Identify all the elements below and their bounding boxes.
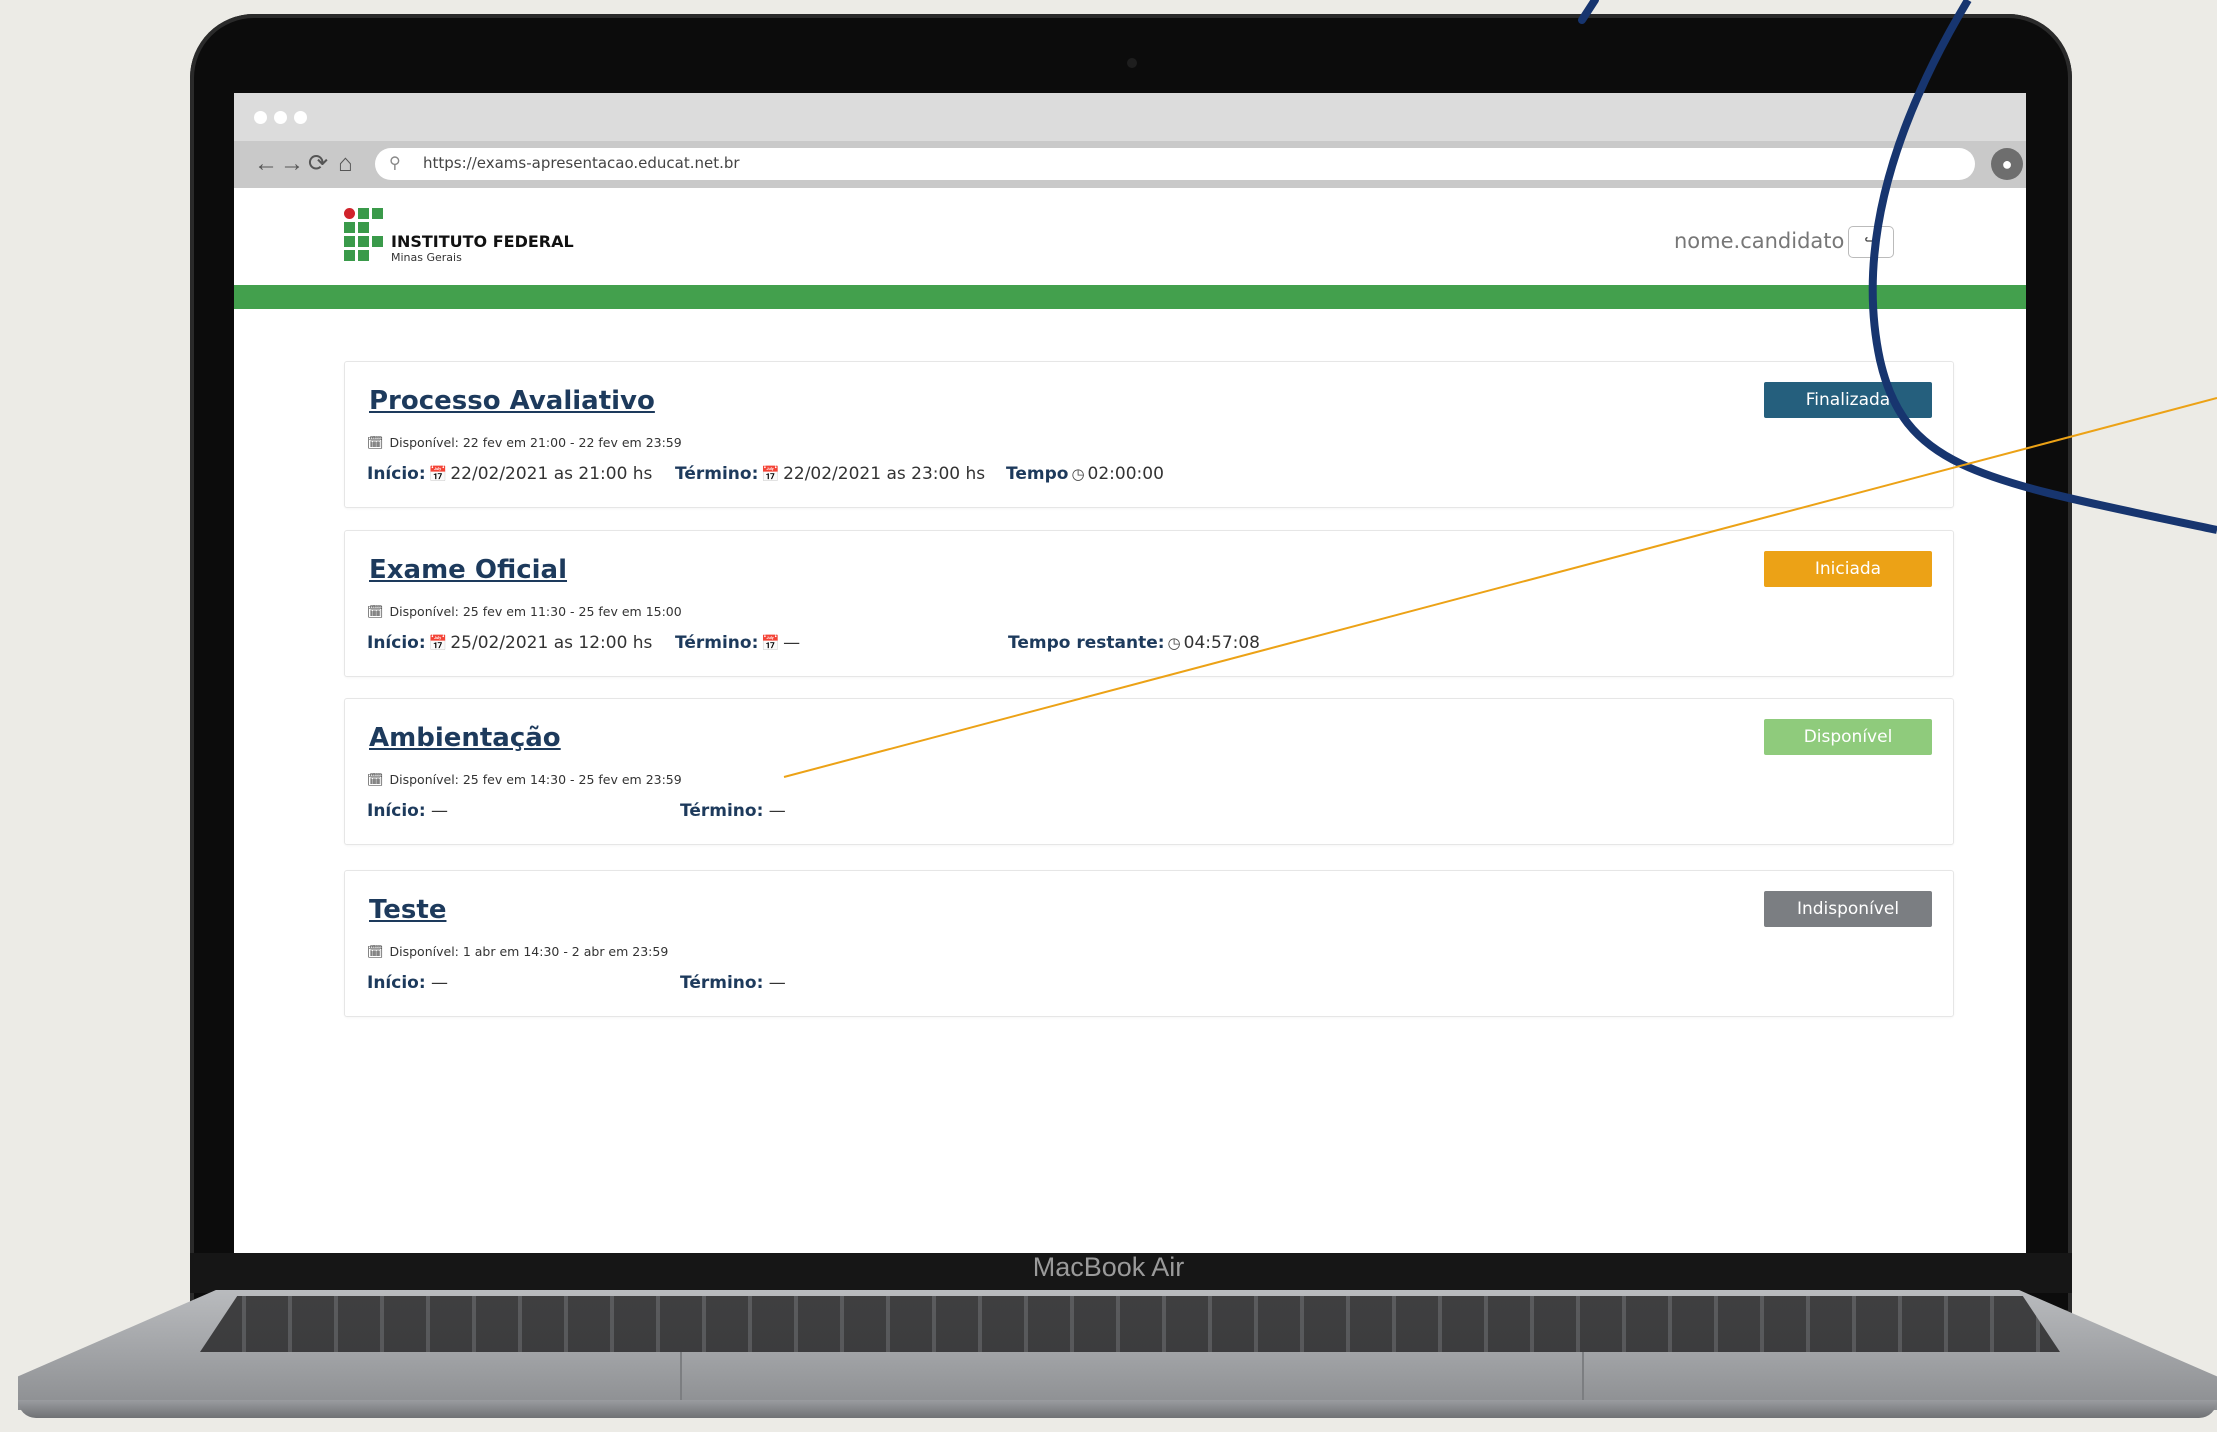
status-badge[interactable]: Finalizada [1764,382,1932,418]
calendar-icon: 📅 [428,465,448,483]
arrow-right-icon[interactable]: → [280,148,304,180]
start-field: Início: 📅 25/02/2021 as 12:00 hs [367,633,653,653]
calendar-icon: 📅 [428,634,448,652]
exam-card: Teste 🗓 Disponível: 1 abr em 14:30 - 2 abr… [344,870,1954,1017]
calendar-icon: 📅 [761,465,781,483]
profile-icon[interactable]: ● [1991,148,2023,180]
brand-title: INSTITUTO FEDERAL [391,232,574,251]
header-accent-bar [234,285,2026,309]
browser-titlebar [234,93,2026,141]
username: nome.candidato [1674,229,1845,253]
time-field: Tempo restante: ◷ 04:57:08 [1008,633,1260,653]
end-field: Término: — [680,801,786,821]
end-field: Término: — [680,973,786,993]
address-bar[interactable]: ⚲ https://exams-apresentacao.educat.net.… [375,148,1975,180]
clock-icon: ◷ [1167,634,1181,652]
logout-button[interactable]: ↪ [1848,226,1894,258]
exam-title-link[interactable]: Processo Avaliativo [369,386,655,416]
window-close-dot[interactable] [254,111,267,124]
browser-window: ← → ⟳ ⌂ ⚲ https://exams-apresentacao.edu… [234,93,2026,1253]
exam-title-link[interactable]: Teste [369,895,446,925]
start-field: Início: — [367,801,449,821]
start-field: Início: 📅 22/02/2021 as 21:00 hs [367,464,653,484]
calendar-icon: 📅 [761,634,781,652]
device-label: MacBook Air [1032,1252,1185,1282]
time-field: Tempo ◷ 02:00:00 [1006,464,1164,484]
trackpad [680,1352,1584,1402]
home-icon[interactable]: ⌂ [338,148,353,180]
calendar-icon: 🗓 [367,605,384,620]
window-zoom-dot[interactable] [294,111,307,124]
exam-title-link[interactable]: Exame Oficial [369,555,567,585]
brand-subtitle: Minas Gerais [391,251,462,264]
window-minimize-dot[interactable] [274,111,287,124]
search-icon: ⚲ [389,155,401,172]
keyboard [200,1296,2060,1352]
start-field: Início: — [367,973,449,993]
arrow-left-icon[interactable]: ← [254,148,278,180]
status-badge[interactable]: Indisponível [1764,891,1932,927]
calendar-icon: 🗓 [367,773,384,788]
availability-text: 🗓 Disponível: 22 fev em 21:00 - 22 fev em… [367,435,682,451]
exam-title-link[interactable]: Ambientação [369,723,561,753]
calendar-icon: 🗓 [367,945,384,960]
end-field: Término: 📅 — [675,633,801,653]
status-badge[interactable]: Iniciada [1764,551,1932,587]
url-text: https://exams-apresentacao.educat.net.br [423,154,740,172]
availability-text: 🗓 Disponível: 25 fev em 14:30 - 25 fev em… [367,772,682,788]
end-field: Término: 📅 22/02/2021 as 23:00 hs [675,464,986,484]
instituto-federal-logo [344,208,386,262]
availability-text: 🗓 Disponível: 25 fev em 11:30 - 25 fev em… [367,604,682,620]
status-badge[interactable]: Disponível [1764,719,1932,755]
camera-icon [1127,58,1137,68]
reload-icon[interactable]: ⟳ [308,148,328,180]
availability-text: 🗓 Disponível: 1 abr em 14:30 - 2 abr em 2… [367,944,669,960]
calendar-icon: 🗓 [367,436,384,451]
exam-card: Exame Oficial 🗓 Disponível: 25 fev em 11:3… [344,530,1954,677]
exam-card: Processo Avaliativo 🗓 Disponível: 22 fev e… [344,361,1954,508]
laptop-base-edge [18,1400,2217,1418]
clock-icon: ◷ [1071,465,1085,483]
exam-card: Ambientação 🗓 Disponível: 25 fev em 14:30 … [344,698,1954,845]
